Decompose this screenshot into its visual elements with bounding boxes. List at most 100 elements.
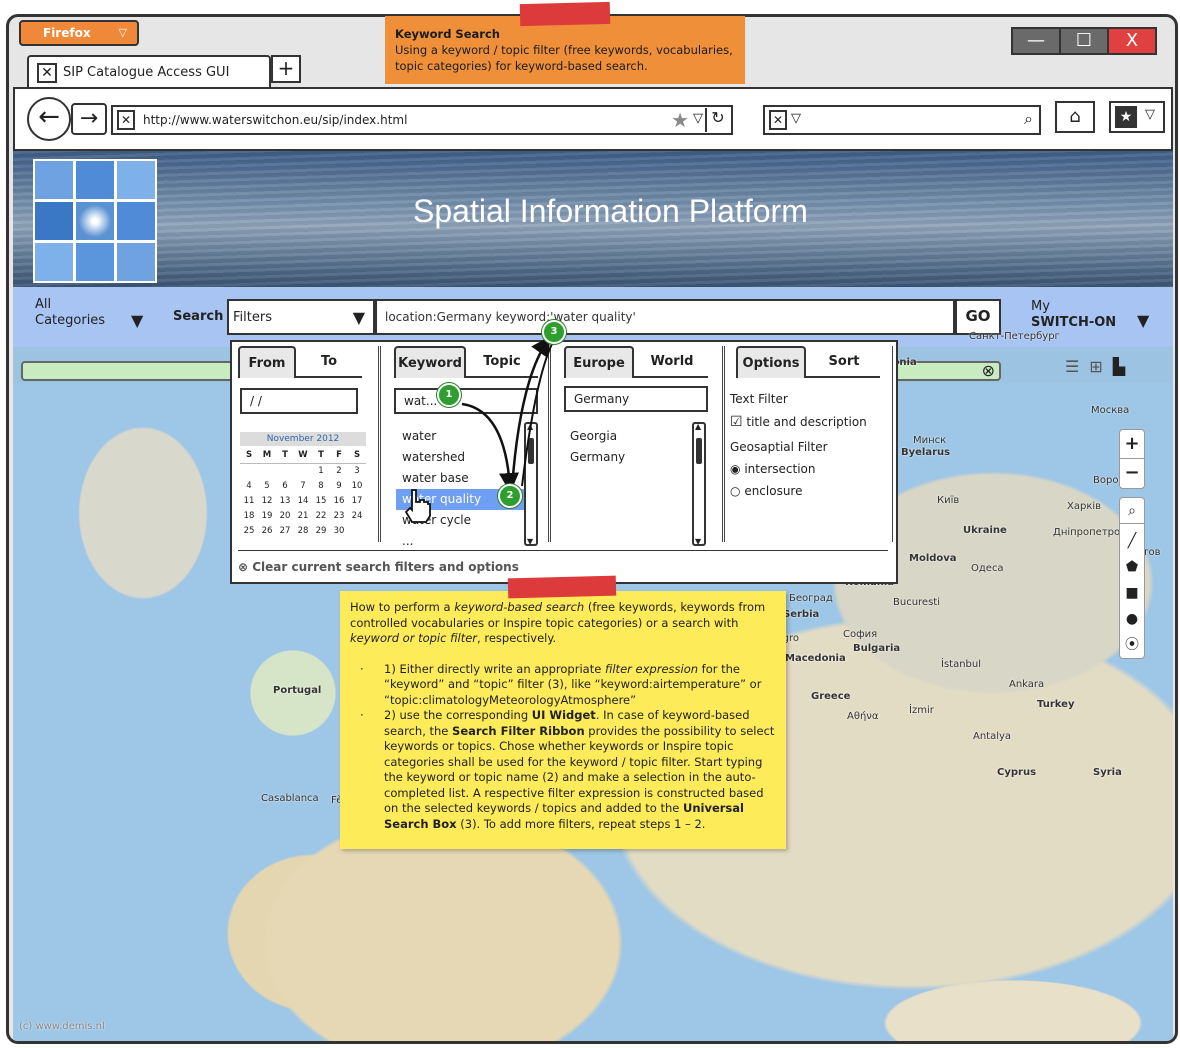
calendar-day[interactable]: 21 [294,508,312,523]
map-search-icon[interactable]: ⌕ [1120,498,1144,524]
grid-view-icon[interactable]: ⊞ [1089,357,1112,376]
calendar-day[interactable]: 12 [258,493,276,508]
filters-select[interactable]: Filters ▼ [227,299,375,335]
new-tab-button[interactable]: + [271,55,301,83]
calendar-day[interactable]: 7 [294,478,312,493]
tab-world[interactable]: World [640,346,704,378]
calendar-day[interactable]: 6 [276,478,294,493]
zoom-out-button[interactable]: − [1120,459,1144,488]
keyword-suggestion[interactable]: watershed [396,447,524,468]
tab-from[interactable]: From [238,346,296,378]
my-menu-dropdown-icon[interactable]: ▼ [1137,311,1149,330]
keyword-scrollbar[interactable] [524,422,538,546]
draw-rectangle-icon[interactable]: ■ [1120,580,1144,606]
home-button[interactable]: ⌂ [1055,101,1095,133]
keyword-suggestion[interactable]: ... [396,531,524,552]
keyword-suggestion[interactable]: water [396,426,524,447]
location-result[interactable]: Germany [570,447,625,468]
category-selector[interactable]: All Categories [35,297,105,329]
zoom-in-button[interactable]: + [1120,430,1144,459]
tab-options[interactable]: Options [736,346,806,378]
go-button[interactable]: GO [955,299,1001,335]
browser-tab[interactable]: ✕ SIP Catalogue Access GUI [27,55,271,89]
view-toggle: ☰⊞▙ [1065,357,1135,376]
tab-to[interactable]: To [300,346,358,378]
url-bar[interactable]: ✕ http://www.waterswitchon.eu/sip/index.… [111,105,733,135]
reload-icon[interactable]: ↻ [705,108,729,132]
text-filter-checkbox[interactable]: ☑ title and description [730,414,867,430]
clear-filters-link[interactable]: ⊗ Clear current search filters and optio… [238,560,519,574]
calendar-day[interactable]: 29 [312,523,330,538]
calendar-day[interactable]: 22 [312,508,330,523]
bookmarks-button[interactable]: ★ ▽ [1109,101,1165,133]
calendar-day[interactable]: 20 [276,508,294,523]
calendar-day[interactable]: 13 [276,493,294,508]
calendar-day[interactable]: 15 [312,493,330,508]
browser-search-bar[interactable]: ✕ ▽ ⌕ [763,105,1041,135]
step-badge-2: 2 [498,484,522,508]
divider [378,346,381,542]
map-place-label: Bulgaria [853,643,901,654]
calendar-day[interactable]: 28 [294,523,312,538]
calendar-day[interactable]: 19 [258,508,276,523]
draw-line-icon[interactable]: ╱ [1120,528,1144,554]
geo-radio-intersection[interactable]: ◉ intersection [730,462,816,476]
location-result[interactable]: Georgia [570,426,625,447]
calendar-day[interactable]: 16 [330,493,348,508]
draw-polygon-icon[interactable]: ⬟ [1120,554,1144,580]
tab-sort[interactable]: Sort [812,346,876,378]
tab-keyword[interactable]: Keyword [394,346,466,378]
help-note: How to perform a keyword-based search (f… [340,591,786,849]
list-view-icon[interactable]: ☰ [1065,357,1089,376]
tab-europe[interactable]: Europe [564,346,634,378]
maximize-button[interactable]: ☐ [1059,27,1109,55]
calendar-day[interactable]: 18 [240,508,258,523]
calendar-day[interactable]: 4 [240,478,258,493]
universal-search-input[interactable]: location:Germany keyword:'water quality' [375,299,955,335]
calendar-day[interactable]: 3 [348,463,366,478]
calendar-day[interactable]: 11 [240,493,258,508]
forward-button[interactable]: → [71,103,107,135]
search-icon[interactable]: ⌕ [1024,109,1033,129]
chevron-down-icon[interactable]: ▽ [693,111,703,126]
calendar-day[interactable]: 1 [312,463,330,478]
close-button[interactable]: X [1107,27,1157,55]
calendar-day[interactable]: 30 [330,523,348,538]
date-input[interactable]: / / [240,388,358,414]
minimize-button[interactable]: — [1011,27,1061,55]
keyword-input[interactable]: wat... [394,388,538,414]
category-dropdown-icon[interactable]: ▼ [131,311,143,330]
map-place-label: Casablanca [261,793,319,804]
location-input[interactable]: Germany [564,386,708,412]
back-button[interactable]: ← [27,97,71,141]
keyword-suggestion[interactable]: water cycle [396,510,524,531]
my-switch-on-menu[interactable]: My SWITCH-ON [1031,299,1116,331]
bookmark-star-icon[interactable]: ★ [671,108,689,132]
zoom-control: + − [1119,429,1145,489]
calendar-day[interactable]: 2 [330,463,348,478]
calendar-day[interactable]: 17 [348,493,366,508]
map-view-icon[interactable]: ▙ [1113,357,1135,376]
keyword-tabs: Keyword Topic [394,346,538,378]
calendar-day[interactable]: 25 [240,523,258,538]
calendar: November 2012 S M T W T F S 1 2 3 4 5 6 7 8 9 10 11 12 13 14… [240,432,366,538]
calendar-day[interactable]: 8 [312,478,330,493]
calendar-day[interactable]: 23 [330,508,348,523]
firefox-menu-button[interactable]: Firefox ▽ [19,20,139,46]
calendar-day[interactable]: 26 [258,523,276,538]
calendar-day[interactable]: 14 [294,493,312,508]
tab-topic[interactable]: Topic [470,346,534,378]
geo-radio-enclosure[interactable]: ○ enclosure [730,484,802,498]
calendar-day[interactable]: 10 [348,478,366,493]
calendar-day[interactable]: 9 [330,478,348,493]
map-place-label: Bucuresti [893,597,940,608]
draw-point-icon[interactable]: ⦿ [1120,632,1144,658]
location-tabs: Europe World [564,346,708,378]
draw-circle-icon[interactable]: ● [1120,606,1144,632]
location-scrollbar[interactable] [692,422,706,546]
calendar-day[interactable]: 5 [258,478,276,493]
calendar-day[interactable]: 24 [348,508,366,523]
clear-circle-icon[interactable]: ⊗ [982,361,995,380]
calendar-day[interactable]: 27 [276,523,294,538]
chevron-down-icon[interactable]: ▽ [791,111,801,126]
